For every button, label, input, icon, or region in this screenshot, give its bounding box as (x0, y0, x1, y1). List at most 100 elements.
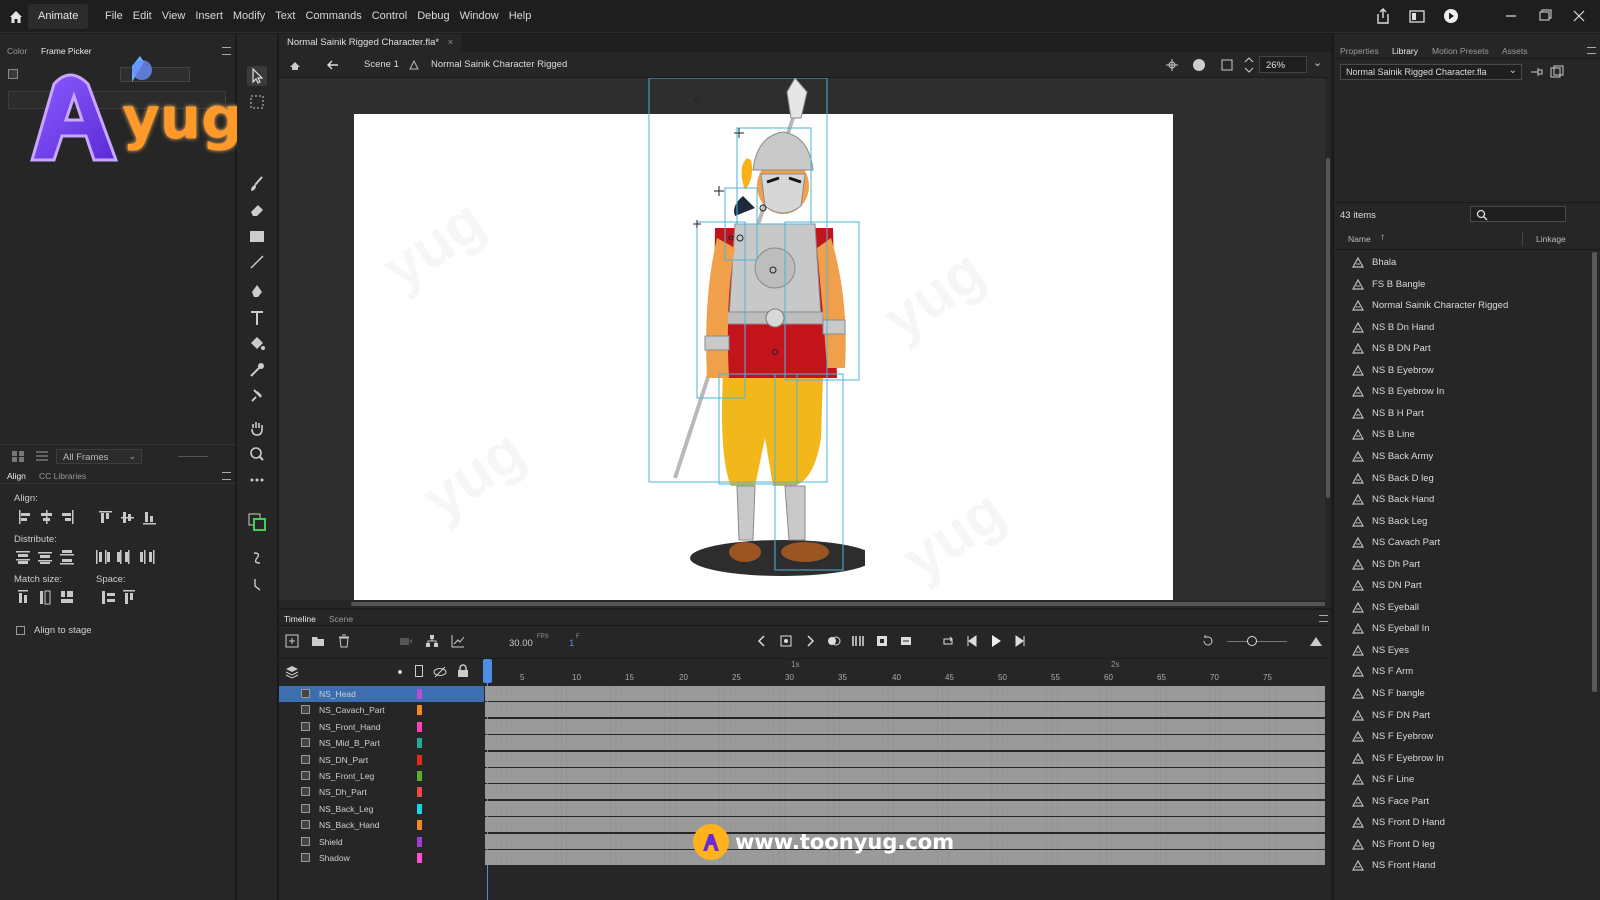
layer-color-swatch[interactable] (417, 771, 422, 781)
workspace-switcher[interactable]: Animate (28, 4, 89, 29)
visibility-icon[interactable] (433, 665, 447, 679)
panel-menu-icon[interactable] (222, 47, 231, 55)
pin-library-icon[interactable] (1530, 66, 1544, 78)
share-icon[interactable] (1374, 6, 1392, 26)
tab-align[interactable]: Align (7, 471, 26, 481)
timeline-options-icon[interactable] (1309, 634, 1323, 648)
layer-color-swatch[interactable] (417, 836, 422, 847)
new-layer-icon[interactable] (285, 634, 299, 648)
library-search-field[interactable] (1470, 206, 1566, 222)
frame-row[interactable] (485, 686, 1325, 701)
home-icon[interactable] (8, 9, 24, 25)
menu-help[interactable]: Help (504, 0, 537, 33)
edit-multiple-frames-icon[interactable] (851, 634, 865, 648)
frame-row[interactable] (485, 702, 1325, 718)
menu-control[interactable]: Control (367, 0, 412, 33)
frame-row[interactable] (485, 800, 1325, 816)
scene-icon[interactable] (287, 57, 303, 73)
library-scrollbar[interactable] (1592, 252, 1597, 692)
loop-icon[interactable] (941, 634, 955, 648)
tab-scene[interactable]: Scene (329, 614, 353, 624)
zoom-tool-icon[interactable] (247, 444, 267, 464)
frame-row[interactable] (485, 751, 1325, 767)
align-to-stage-checkbox[interactable] (16, 626, 25, 635)
menu-insert[interactable]: Insert (190, 0, 228, 33)
insert-frame-icon[interactable] (875, 634, 889, 648)
snapping-icon[interactable] (1164, 57, 1180, 73)
step-forward-icon[interactable] (1013, 634, 1027, 648)
tab-frame-picker[interactable]: Frame Picker (41, 46, 92, 56)
step-back-icon[interactable] (965, 634, 979, 648)
delete-layer-icon[interactable] (337, 634, 351, 648)
paint-bucket-icon[interactable] (247, 334, 267, 354)
free-transform-tool-icon[interactable] (247, 92, 267, 112)
screen-mode-icon[interactable] (1408, 6, 1426, 26)
line-tool-icon[interactable] (247, 252, 267, 272)
layer-row[interactable]: NS_Front_Leg (279, 768, 484, 784)
stage-scrollbar[interactable] (279, 600, 1331, 608)
layer-row[interactable]: NS_DN_Part (279, 752, 484, 768)
layer-parenting-icon[interactable] (425, 634, 439, 648)
fill-stroke-swatch-icon[interactable] (247, 512, 267, 532)
straighten-icon[interactable] (247, 574, 267, 594)
menu-debug[interactable]: Debug (412, 0, 454, 33)
layer-color-swatch[interactable] (417, 803, 422, 814)
layer-color-swatch[interactable] (417, 738, 422, 749)
frame-row[interactable] (485, 718, 1325, 734)
insert-keyframe-icon[interactable] (779, 634, 793, 648)
layer-row[interactable]: NS_Mid_B_Part (279, 735, 484, 751)
remove-frame-icon[interactable] (899, 634, 913, 648)
layer-color-swatch[interactable] (417, 705, 422, 716)
tab-cc-libraries[interactable]: CC Libraries (39, 471, 86, 481)
frames-filter-dropdown[interactable]: All Frames ⌄ (56, 449, 142, 464)
scrollbar-thumb[interactable] (1326, 158, 1330, 498)
lock-icon[interactable] (457, 664, 469, 678)
scene-breadcrumb[interactable]: Scene 1 (364, 59, 399, 70)
rotate-stage-icon[interactable] (1191, 57, 1207, 73)
fps-value[interactable]: 30.00 (509, 638, 533, 649)
list-view-icon[interactable] (36, 451, 48, 462)
zoom-stepper-icon[interactable] (1243, 55, 1255, 75)
close-tab-icon[interactable]: × (448, 37, 453, 47)
layer-row[interactable]: Shield (279, 834, 484, 850)
hand-tool-icon[interactable] (247, 418, 267, 438)
symbol-breadcrumb[interactable]: Normal Sainik Character Rigged (431, 59, 567, 70)
smooth-icon[interactable] (247, 548, 267, 568)
timeline-ruler[interactable]: 1s 2s 5 10 15 20 25 30 35 40 45 50 55 60… (485, 658, 1331, 684)
scrollbar-thumb[interactable] (351, 602, 1326, 606)
layer-row[interactable]: NS_Head (279, 686, 484, 703)
zoom-dropdown-icon[interactable]: ⌄ (1313, 56, 1322, 69)
selection-tool-icon[interactable] (247, 66, 267, 86)
frame-row[interactable] (485, 768, 1325, 783)
test-movie-icon[interactable] (1442, 6, 1460, 26)
eyedropper-icon[interactable] (247, 360, 267, 380)
panel-menu-icon[interactable] (1319, 615, 1328, 622)
text-tool-icon[interactable] (247, 308, 267, 328)
reset-zoom-icon[interactable] (1201, 634, 1215, 648)
highlight-icon[interactable] (398, 670, 402, 674)
zoom-field[interactable]: 26% (1259, 56, 1307, 73)
layer-row[interactable]: NS_Front_Hand (279, 719, 484, 735)
next-keyframe-icon[interactable] (803, 634, 817, 648)
brush-tool-icon[interactable] (247, 174, 267, 194)
layer-row[interactable]: NS_Cavach_Part (279, 702, 484, 718)
tab-timeline[interactable]: Timeline (284, 614, 316, 624)
outline-icon[interactable] (415, 665, 423, 677)
graph-icon[interactable] (451, 634, 465, 648)
frame-row[interactable] (485, 735, 1325, 751)
stage-vertical-scrollbar[interactable] (1325, 78, 1331, 608)
layer-color-swatch[interactable] (417, 853, 422, 863)
library-file-dropdown[interactable]: Normal Sainik Rigged Character.fla ⌄ (1340, 64, 1522, 80)
layer-row[interactable]: NS_Dh_Part (279, 784, 484, 800)
document-tab[interactable]: Normal Sainik Rigged Character.fla* × (279, 34, 462, 52)
more-tools-icon[interactable] (247, 470, 267, 490)
layer-color-swatch[interactable] (417, 787, 422, 798)
play-icon[interactable] (989, 634, 1003, 648)
grid-view-icon[interactable] (12, 451, 24, 462)
menu-commands[interactable]: Commands (300, 0, 366, 33)
restore-icon[interactable] (1536, 6, 1554, 26)
slider-handle[interactable] (1247, 636, 1257, 646)
menu-text[interactable]: Text (270, 0, 300, 33)
pen-tool-icon[interactable] (247, 282, 267, 302)
thumb-size-slider[interactable] (178, 456, 208, 457)
